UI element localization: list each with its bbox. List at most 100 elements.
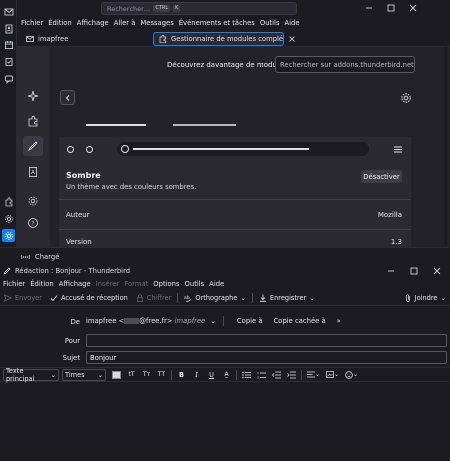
theme-description: Un thème avec des couleurs sombres. — [66, 183, 197, 191]
compose-close-icon[interactable] — [432, 266, 442, 276]
chevron-down-icon[interactable]: ⌄ — [240, 294, 246, 302]
tab-imapfree[interactable]: imapfree — [21, 32, 141, 46]
compose-menu-format[interactable]: Format — [124, 280, 148, 288]
theme-space-icon[interactable] — [2, 229, 15, 242]
subject-field[interactable]: Bonjour — [86, 351, 447, 364]
close-icon[interactable] — [408, 3, 418, 13]
close-tab-icon[interactable] — [288, 35, 296, 43]
addons-tools-gear-icon[interactable] — [399, 91, 413, 105]
insert-menu-icon[interactable]: ⌄ — [324, 369, 341, 381]
separator — [222, 316, 224, 326]
text-color-button[interactable] — [110, 369, 123, 381]
search-placeholder: Rechercher… — [107, 4, 151, 13]
preview-forward-circle-icon — [86, 146, 93, 153]
compose-menu-help[interactable]: Aide — [209, 280, 224, 288]
pencil-icon — [3, 267, 11, 275]
outdent-icon[interactable] — [270, 369, 283, 381]
recommendations-icon[interactable] — [23, 86, 43, 106]
compose-menu-edit[interactable]: Édition — [30, 280, 54, 288]
to-field[interactable] — [86, 334, 447, 347]
chat-icon[interactable] — [2, 72, 15, 85]
extensions-icon[interactable] — [23, 111, 43, 131]
address-book-icon[interactable] — [2, 22, 15, 35]
encrypt-label: Chiffrer — [146, 294, 172, 302]
menu-view[interactable]: Affichage — [77, 19, 109, 27]
menu-help[interactable]: Aide — [284, 19, 299, 27]
chevron-down-icon[interactable]: ⌄ — [309, 294, 315, 302]
italic-icon[interactable]: I — [190, 369, 203, 381]
from-chevron-down-icon[interactable]: ⌄ — [210, 317, 216, 325]
global-search-input[interactable]: Rechercher… CTRL K — [101, 2, 297, 15]
menu-tools[interactable]: Outils — [260, 19, 280, 27]
attach-button[interactable]: Joindre ⌄ — [400, 292, 450, 305]
font-size-decrease-icon[interactable]: Tт — [140, 369, 153, 381]
tasks-icon[interactable] — [2, 55, 15, 68]
compose-menu-options[interactable]: Options — [153, 280, 179, 288]
bcc-button[interactable]: Copie cachée à — [274, 317, 326, 325]
spaces-toolbar — [0, 0, 17, 265]
amo-search-input[interactable]: Rechercher sur addons.thunderbird.net — [275, 56, 415, 73]
paragraph-format-value: Texte principal — [6, 366, 35, 383]
minimize-icon[interactable] — [364, 3, 374, 13]
more-headers-button[interactable]: » — [337, 317, 341, 325]
cc-button[interactable]: Copie à — [237, 317, 263, 325]
dictionaries-icon[interactable]: A — [23, 162, 43, 182]
compose-menu-tools[interactable]: Outils — [185, 280, 205, 288]
compose-menu-file[interactable]: Fichier — [3, 280, 25, 288]
attach-label: Joindre — [414, 294, 438, 302]
compose-toolbar: Envoyer Accusé de réception Chiffrer ab … — [0, 291, 450, 306]
settings-icon[interactable] — [2, 212, 15, 225]
numbered-list-icon[interactable]: 12 — [255, 369, 268, 381]
menu-events[interactable]: Événements et tâches — [179, 19, 255, 27]
font-select[interactable]: Times ⌄ — [62, 368, 106, 381]
spelling-button[interactable]: ab Orthographe ⌄ — [180, 292, 250, 305]
menu-file[interactable]: Fichier — [21, 19, 43, 27]
preview-tab[interactable] — [173, 124, 236, 126]
tab-addons-manager[interactable]: Gestionnaire de modules complém — [153, 32, 284, 46]
svg-text:ab: ab — [184, 295, 190, 301]
compose-minimize-icon[interactable] — [386, 266, 396, 276]
compose-maximize-icon[interactable] — [409, 266, 419, 276]
maximize-icon[interactable] — [386, 3, 396, 13]
subject-label: Sujet — [62, 354, 80, 362]
message-body-editor[interactable] — [0, 383, 450, 461]
bullet-list-icon[interactable] — [240, 369, 253, 381]
indent-icon[interactable] — [285, 369, 298, 381]
scrollbar[interactable] — [444, 47, 447, 247]
from-identity[interactable]: imapfree < @free.fr> imapfree — [86, 317, 205, 325]
separator — [251, 293, 253, 303]
disable-button[interactable]: Désactiver — [361, 170, 402, 183]
emoji-menu-icon[interactable]: ⌄ — [343, 369, 360, 381]
font-size-increase-icon[interactable]: tT — [125, 369, 138, 381]
font-value: Times — [65, 370, 85, 379]
compose-menu-insert[interactable]: Insérer — [96, 280, 120, 288]
align-menu-icon[interactable]: ⌄ — [305, 369, 322, 381]
send-label: Envoyer — [15, 294, 42, 302]
menu-go[interactable]: Aller à — [114, 19, 136, 27]
chevron-down-icon[interactable]: ⌄ — [440, 294, 446, 302]
font-style-icon[interactable]: A̲ — [220, 369, 233, 381]
help-icon[interactable]: ? — [23, 213, 43, 233]
compose-menu-bar: Fichier Édition Affichage Insérer Format… — [0, 278, 450, 289]
themes-icon[interactable] — [23, 136, 43, 156]
font-size-reset-icon[interactable]: TT — [155, 369, 168, 381]
preview-tab-active[interactable] — [86, 124, 146, 126]
underline-icon[interactable]: U — [205, 369, 218, 381]
send-button[interactable]: Envoyer — [0, 292, 46, 305]
discover-more-label: Découvrez davantage de modules — [167, 61, 287, 69]
save-button[interactable]: Enregistrer ⌄ — [255, 292, 319, 305]
menu-messages[interactable]: Messages — [140, 19, 173, 27]
addons-settings-icon[interactable] — [23, 191, 43, 211]
check-icon — [50, 295, 58, 302]
from-account: imapfree — [174, 317, 206, 325]
compose-menu-view[interactable]: Affichage — [59, 280, 91, 288]
paragraph-format-select[interactable]: Texte principal ⌄ — [3, 366, 59, 383]
add-ons-icon[interactable] — [2, 195, 15, 208]
bold-icon[interactable]: B — [175, 369, 188, 381]
encrypt-button[interactable]: Chiffrer — [132, 292, 176, 305]
receipt-button[interactable]: Accusé de réception — [46, 292, 132, 305]
back-button[interactable] — [60, 90, 75, 105]
mail-icon[interactable] — [2, 5, 15, 18]
menu-edit[interactable]: Édition — [48, 19, 72, 27]
calendar-icon[interactable] — [2, 38, 15, 51]
